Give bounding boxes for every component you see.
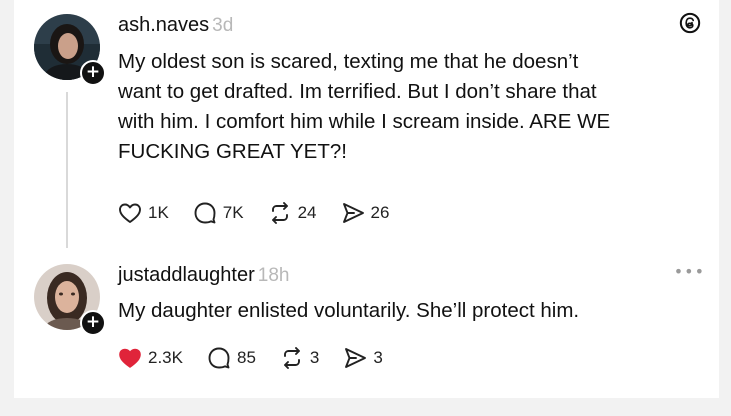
reply-button[interactable]: 85 xyxy=(207,347,256,369)
comment-icon xyxy=(194,202,216,224)
threads-logo-icon[interactable] xyxy=(679,12,701,34)
reply-button[interactable]: 7K xyxy=(193,202,244,224)
heart-icon xyxy=(119,203,141,223)
repost-button[interactable]: 24 xyxy=(268,202,317,224)
reply-actions: 2.3K 85 3 3 xyxy=(118,347,407,369)
post-username[interactable]: ash.naves xyxy=(118,14,209,36)
post-line: want to get drafted. Im terrified. But I… xyxy=(118,80,597,103)
share-button[interactable]: 26 xyxy=(341,202,390,224)
reply-count: 85 xyxy=(236,348,256,367)
share-count: 26 xyxy=(370,203,390,222)
post-line: with him. I comfort him while I scream i… xyxy=(118,110,611,133)
post-line: FUCKING GREAT YET?! xyxy=(118,140,347,163)
like-button[interactable]: 1K xyxy=(118,202,169,224)
like-button[interactable]: 2.3K xyxy=(118,347,183,369)
repost-icon xyxy=(271,202,288,224)
repost-count: 3 xyxy=(309,348,320,367)
follow-plus-icon[interactable]: + xyxy=(80,310,106,336)
reply-avatar[interactable]: + xyxy=(34,264,106,336)
reply-header: justaddlaughter 18h xyxy=(118,263,289,288)
post-time: 3d xyxy=(212,15,234,36)
reply-text: My daughter enlisted voluntarily. She’ll… xyxy=(118,299,580,322)
post-line: My oldest son is scared, texting me that… xyxy=(118,50,579,73)
post-body: My oldest son is scared, texting me that… xyxy=(118,47,610,167)
like-count: 1K xyxy=(148,203,169,222)
share-button[interactable]: 3 xyxy=(343,347,383,369)
reply-username[interactable]: justaddlaughter xyxy=(118,264,255,286)
share-count: 3 xyxy=(373,348,383,367)
repost-count: 24 xyxy=(297,203,317,222)
heart-filled-icon xyxy=(119,348,141,368)
like-count: 2.3K xyxy=(148,348,183,367)
thread-connector-line xyxy=(66,92,68,248)
share-icon xyxy=(342,203,364,223)
repost-button[interactable]: 3 xyxy=(280,347,319,369)
post-actions: 1K 7K 24 26 xyxy=(118,202,413,224)
share-icon xyxy=(345,348,367,368)
threads-card: + ash.naves 3d My oldest son is scared, t… xyxy=(14,0,719,398)
post-avatar[interactable]: + xyxy=(34,14,106,86)
post-header: ash.naves 3d xyxy=(118,13,233,38)
follow-plus-icon[interactable]: + xyxy=(80,60,106,86)
reply-count: 7K xyxy=(222,203,244,222)
reply-time: 18h xyxy=(257,265,290,286)
comment-icon xyxy=(208,347,230,369)
repost-icon xyxy=(283,347,300,369)
reply-body: My daughter enlisted voluntarily. She’ll… xyxy=(118,296,579,326)
more-icon[interactable]: ••• xyxy=(674,262,705,281)
